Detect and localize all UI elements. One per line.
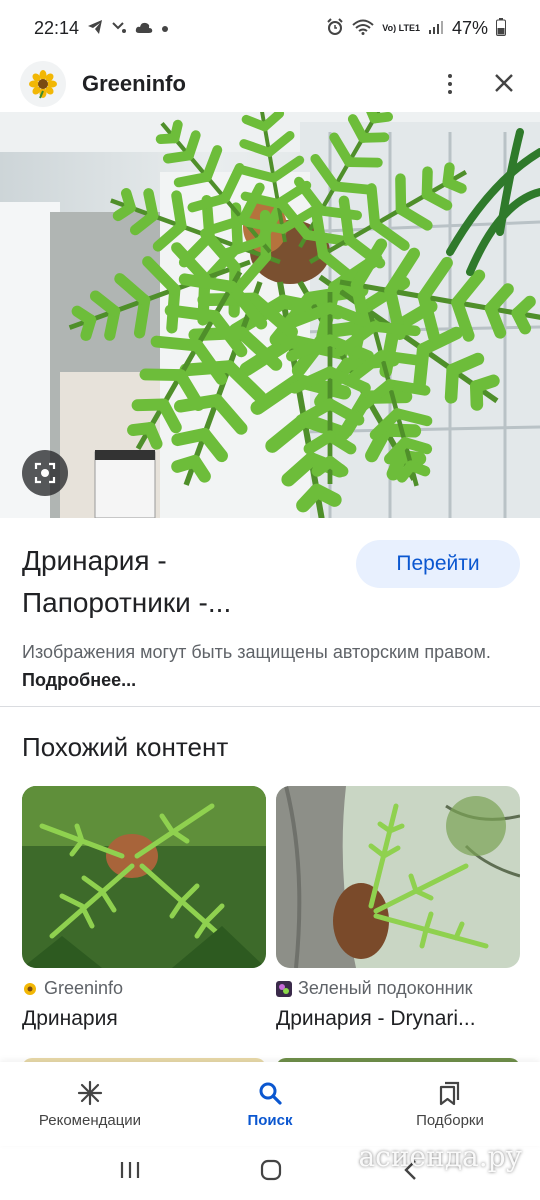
similar-content-heading: Похожий контент xyxy=(22,732,229,762)
notification-dot-icon xyxy=(161,21,169,36)
source-name: Зеленый подоконник xyxy=(298,978,473,998)
lens-search-button[interactable] xyxy=(22,450,68,496)
site-title: Greeninfo xyxy=(82,71,186,96)
battery-percent: 47% xyxy=(451,17,488,38)
thumbnail-image xyxy=(276,786,520,968)
asterisk-icon xyxy=(77,1080,103,1105)
telegram-icon xyxy=(87,19,103,38)
bottom-navigation: Рекомендации Поиск Подборки xyxy=(0,1062,540,1146)
signal-icon xyxy=(428,19,444,38)
preview-image[interactable] xyxy=(0,112,540,518)
card-title[interactable]: Дринария xyxy=(22,1007,266,1031)
fern-photo xyxy=(0,112,540,518)
nav-label: Рекомендации xyxy=(38,1111,142,1129)
nav-collections[interactable]: Подборки xyxy=(370,1080,530,1129)
similar-card[interactable]: Зеленый подоконник Дринария - Drynari... xyxy=(276,786,520,1031)
site-header: Greeninfo xyxy=(0,56,540,112)
thumbnail-image xyxy=(22,786,266,968)
copyright-text: Изображения могут быть защищены авторски… xyxy=(22,642,491,662)
recent-apps-icon[interactable] xyxy=(119,1160,141,1186)
site-logo[interactable] xyxy=(20,61,66,107)
sunflower-icon xyxy=(29,70,57,99)
site-favicon-icon xyxy=(276,980,292,997)
visit-button[interactable]: Перейти xyxy=(356,540,520,588)
alarm-icon xyxy=(326,17,344,39)
network-label: Vo) LTE1 xyxy=(382,22,420,33)
status-left: 22:14 xyxy=(34,18,169,39)
source-label: Зеленый подоконник xyxy=(276,978,520,999)
watermark: асиенда.ру xyxy=(358,1140,522,1173)
nav-label: Подборки xyxy=(416,1111,484,1129)
status-right: Vo) LTE1 47% xyxy=(326,17,506,39)
cloud-icon xyxy=(135,20,153,37)
search-icon xyxy=(259,1082,282,1105)
similar-card[interactable]: Greeninfo Дринария xyxy=(22,786,266,1031)
collections-icon xyxy=(439,1081,460,1105)
card-title[interactable]: Дринария - Drynari... xyxy=(276,1007,520,1031)
close-icon[interactable] xyxy=(494,71,514,97)
source-label: Greeninfo xyxy=(22,978,266,999)
source-name: Greeninfo xyxy=(44,978,124,998)
divider xyxy=(0,706,540,707)
home-icon[interactable] xyxy=(259,1158,283,1188)
nav-search[interactable]: Поиск xyxy=(190,1080,350,1129)
status-time: 22:14 xyxy=(34,17,80,38)
more-info-link[interactable]: Подробнее... xyxy=(22,670,136,690)
more-options-icon[interactable] xyxy=(440,74,460,94)
sunflower-icon xyxy=(24,982,36,995)
header-actions xyxy=(440,71,514,97)
nav-recommendations[interactable]: Рекомендации xyxy=(10,1080,170,1129)
nav-label: Поиск xyxy=(247,1111,293,1129)
battery-icon xyxy=(496,17,506,39)
missed-call-icon xyxy=(111,19,127,38)
result-title[interactable]: Дринария - Папоротники -... xyxy=(22,540,342,624)
wifi-icon xyxy=(352,19,374,38)
lens-icon xyxy=(34,462,56,484)
result-info: Дринария - Папоротники -... Перейти Изоб… xyxy=(0,518,540,708)
copyright-notice: Изображения могут быть защищены авторски… xyxy=(22,638,502,694)
status-bar: 22:14 Vo) LTE1 47% xyxy=(0,0,540,56)
